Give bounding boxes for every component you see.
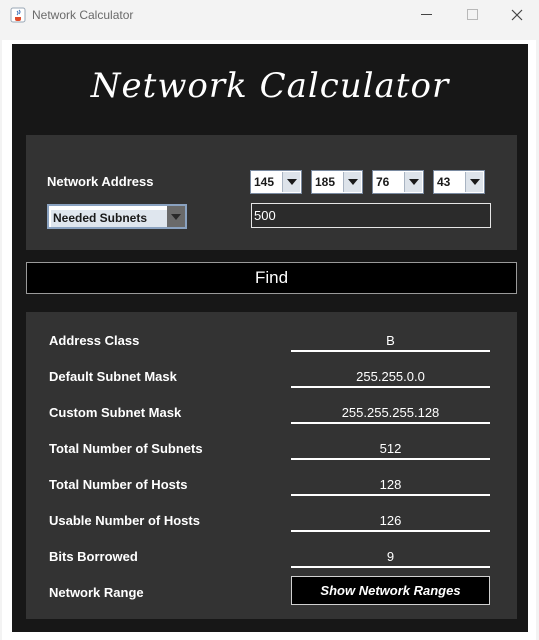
find-button[interactable]: Find bbox=[26, 262, 517, 294]
result-underline bbox=[291, 350, 490, 352]
chevron-down-icon[interactable] bbox=[404, 172, 422, 192]
result-label: Default Subnet Mask bbox=[49, 369, 177, 384]
result-underline bbox=[291, 530, 490, 532]
result-label: Custom Subnet Mask bbox=[49, 405, 182, 420]
window-title: Network Calculator bbox=[32, 8, 134, 22]
needed-count-input[interactable] bbox=[251, 203, 491, 228]
java-cup-icon bbox=[10, 7, 26, 23]
result-underline bbox=[291, 422, 490, 424]
octet-3-select[interactable]: 76 bbox=[372, 170, 424, 194]
minimize-button[interactable] bbox=[404, 0, 450, 30]
octet-2-select[interactable]: 185 bbox=[311, 170, 363, 194]
chevron-down-icon[interactable] bbox=[343, 172, 361, 192]
network-range-label: Network Range bbox=[49, 585, 144, 600]
close-button[interactable] bbox=[494, 0, 539, 30]
result-underline bbox=[291, 566, 490, 568]
show-network-ranges-button[interactable]: Show Network Ranges bbox=[291, 576, 490, 605]
result-label: Total Number of Hosts bbox=[49, 477, 188, 492]
octet-4-select[interactable]: 43 bbox=[433, 170, 485, 194]
maximize-button[interactable] bbox=[450, 0, 496, 30]
octet-3-value: 76 bbox=[376, 175, 390, 189]
mode-select[interactable]: Needed Subnets bbox=[47, 204, 187, 229]
results-panel bbox=[26, 312, 517, 619]
result-value: 255.255.255.128 bbox=[341, 405, 440, 420]
result-value: 512 bbox=[379, 441, 402, 456]
title-bar: Network Calculator bbox=[0, 0, 539, 30]
result-underline bbox=[291, 458, 490, 460]
result-value: 255.255.0.0 bbox=[356, 369, 425, 384]
chevron-down-icon[interactable] bbox=[167, 206, 185, 227]
octet-4-value: 43 bbox=[437, 175, 451, 189]
result-label: Total Number of Subnets bbox=[49, 441, 203, 456]
result-underline bbox=[291, 494, 490, 496]
result-value: 9 bbox=[386, 549, 395, 564]
octet-1-value: 145 bbox=[254, 175, 275, 189]
network-address-label: Network Address bbox=[47, 174, 154, 189]
result-label: Address Class bbox=[49, 333, 140, 348]
chevron-down-icon[interactable] bbox=[282, 172, 300, 192]
result-value: B bbox=[386, 333, 395, 348]
app-heading: Network Calculator bbox=[90, 66, 450, 106]
chevron-down-icon[interactable] bbox=[465, 172, 483, 192]
result-label: Bits Borrowed bbox=[49, 549, 138, 564]
octet-1-select[interactable]: 145 bbox=[250, 170, 302, 194]
main-content: Network Calculator Network Address 145 1… bbox=[12, 44, 528, 632]
mode-selected-value: Needed Subnets bbox=[51, 210, 167, 227]
result-value: 126 bbox=[379, 513, 402, 528]
result-value: 128 bbox=[379, 477, 402, 492]
octet-2-value: 185 bbox=[315, 175, 336, 189]
result-label: Usable Number of Hosts bbox=[49, 513, 200, 528]
result-underline bbox=[291, 386, 490, 388]
